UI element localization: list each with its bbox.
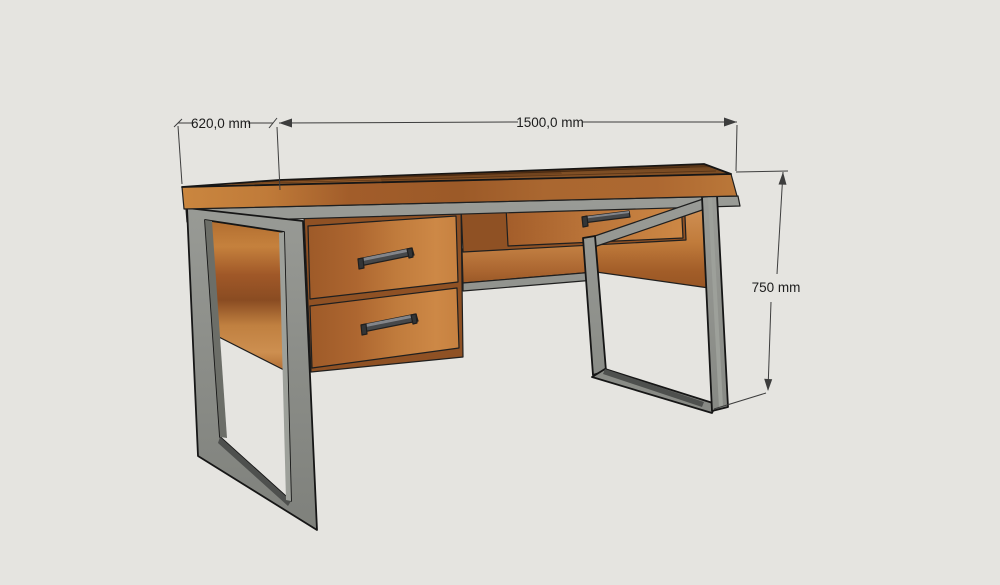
3d-viewport: 620,0 mm 1500,0 mm 750 mm bbox=[0, 0, 1000, 585]
dimension-height-label: 750 mm bbox=[752, 280, 801, 295]
pedestal-front bbox=[304, 206, 463, 372]
dimension-depth-label: 620,0 mm bbox=[191, 116, 251, 131]
dimension-width-label: 1500,0 mm bbox=[516, 115, 584, 130]
scene-background bbox=[0, 0, 1000, 585]
desk-drawing: 620,0 mm 1500,0 mm 750 mm bbox=[0, 0, 1000, 585]
